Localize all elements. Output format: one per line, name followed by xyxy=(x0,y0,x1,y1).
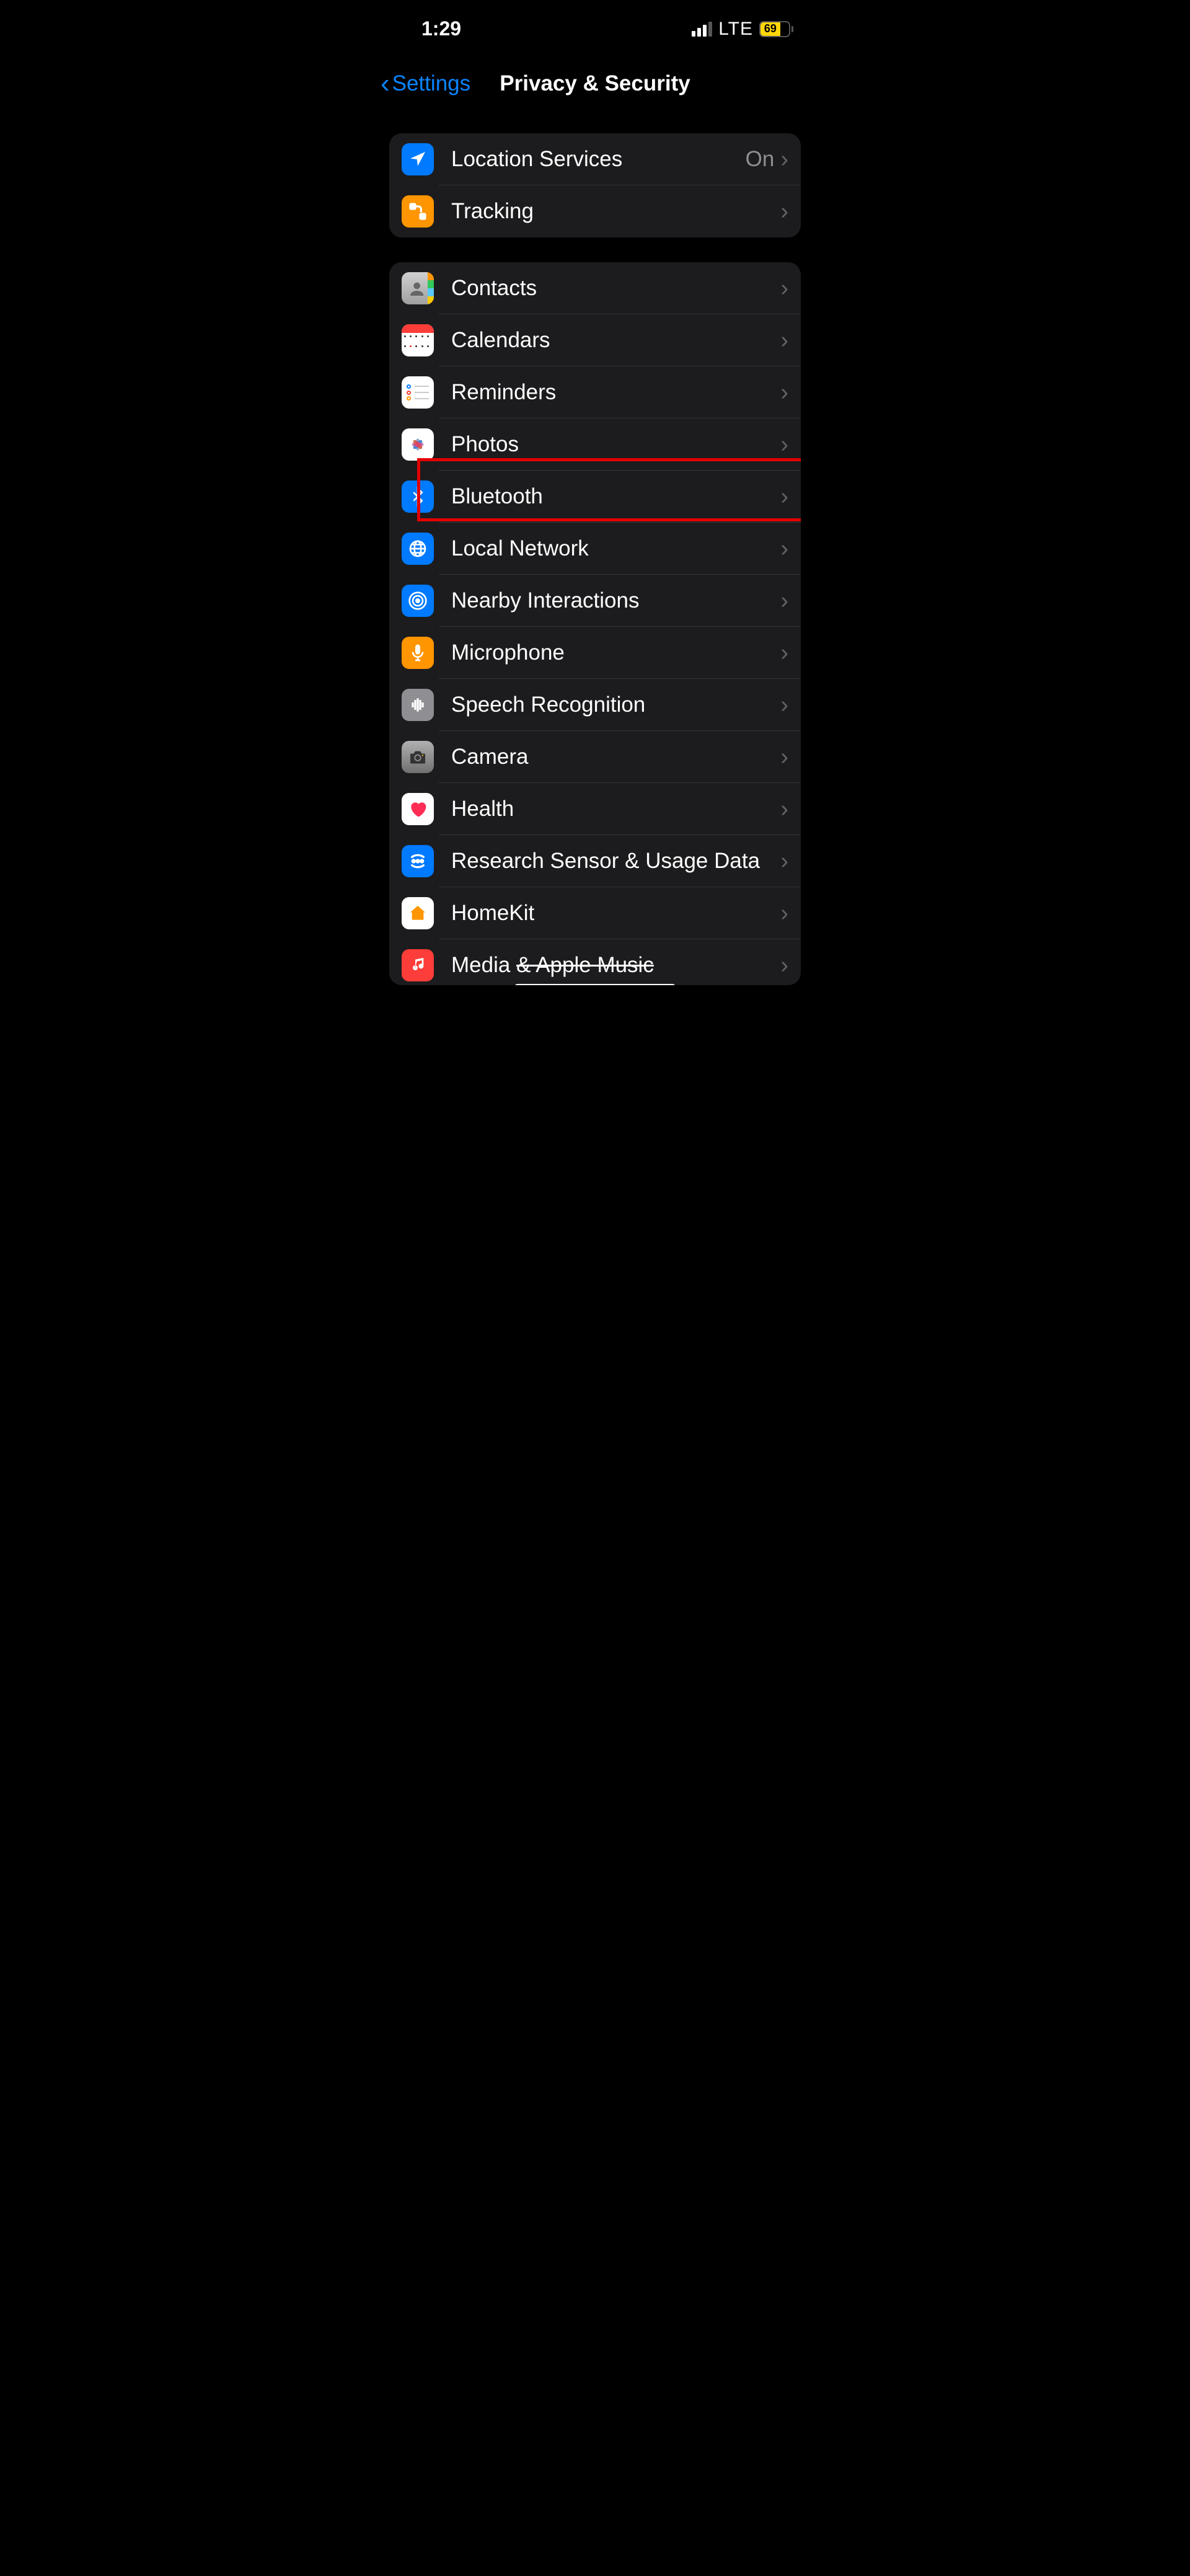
row-value: On xyxy=(746,147,775,172)
row-label: Camera xyxy=(451,745,780,769)
back-button[interactable]: ‹ Settings xyxy=(381,68,470,99)
chevron-right-icon: › xyxy=(780,848,788,875)
heart-icon xyxy=(402,793,434,825)
row-label: Health xyxy=(451,797,780,821)
row-media[interactable]: Media & Apple Music › xyxy=(389,939,801,985)
chevron-right-icon: › xyxy=(780,900,788,927)
microphone-icon xyxy=(402,637,434,669)
row-bluetooth[interactable]: Bluetooth › xyxy=(389,471,801,523)
reminders-icon xyxy=(402,376,434,409)
settings-group-1: Location Services On › Tracking › xyxy=(389,133,801,237)
row-label: Calendars xyxy=(451,328,780,353)
chevron-right-icon: › xyxy=(780,275,788,302)
row-label: Location Services xyxy=(451,147,746,172)
chevron-right-icon: › xyxy=(780,379,788,406)
row-camera[interactable]: Camera › xyxy=(389,731,801,783)
chevron-right-icon: › xyxy=(780,744,788,771)
row-label: Reminders xyxy=(451,380,780,405)
home-indicator[interactable] xyxy=(514,984,676,985)
location-arrow-icon xyxy=(402,143,434,175)
network-label: LTE xyxy=(718,19,753,40)
row-tracking[interactable]: Tracking › xyxy=(389,185,801,237)
chevron-right-icon: › xyxy=(780,432,788,458)
row-label: Microphone xyxy=(451,640,780,665)
back-label: Settings xyxy=(392,71,470,96)
row-location-services[interactable]: Location Services On › xyxy=(389,133,801,185)
row-homekit[interactable]: HomeKit › xyxy=(389,887,801,939)
row-research-sensor[interactable]: Research Sensor & Usage Data › xyxy=(389,835,801,887)
nav-header: ‹ Settings Privacy & Security xyxy=(372,46,818,115)
row-label: Speech Recognition xyxy=(451,693,780,717)
contacts-icon xyxy=(402,272,434,304)
signal-icon xyxy=(692,22,712,37)
row-label: Photos xyxy=(451,432,780,457)
photos-icon xyxy=(402,428,434,461)
music-icon xyxy=(402,949,434,981)
row-photos[interactable]: Photos › xyxy=(389,418,801,471)
row-nearby-interactions[interactable]: Nearby Interactions › xyxy=(389,575,801,627)
row-contacts[interactable]: Contacts › xyxy=(389,262,801,314)
research-icon xyxy=(402,845,434,877)
settings-group-2: Contacts › Calendars › xyxy=(389,262,801,985)
tracking-icon xyxy=(402,195,434,228)
chevron-right-icon: › xyxy=(780,640,788,666)
battery-icon: 69 xyxy=(759,21,793,37)
row-microphone[interactable]: Microphone › xyxy=(389,627,801,679)
chevron-right-icon: › xyxy=(780,692,788,719)
camera-icon xyxy=(402,741,434,773)
chevron-right-icon: › xyxy=(780,536,788,562)
row-health[interactable]: Health › xyxy=(389,783,801,835)
bluetooth-icon xyxy=(402,480,434,513)
chevron-right-icon: › xyxy=(780,198,788,225)
chevron-right-icon: › xyxy=(780,484,788,510)
nearby-icon xyxy=(402,585,434,617)
row-label: HomeKit xyxy=(451,901,780,926)
waveform-icon xyxy=(402,689,434,721)
globe-icon xyxy=(402,533,434,565)
row-label: Bluetooth xyxy=(451,484,780,509)
chevron-left-icon: ‹ xyxy=(381,68,390,99)
row-label: Media & Apple Music xyxy=(451,953,780,978)
row-label: Contacts xyxy=(451,276,780,301)
chevron-right-icon: › xyxy=(780,588,788,614)
row-local-network[interactable]: Local Network › xyxy=(389,523,801,575)
chevron-right-icon: › xyxy=(780,952,788,979)
home-icon xyxy=(402,897,434,929)
row-reminders[interactable]: Reminders › xyxy=(389,366,801,418)
row-calendars[interactable]: Calendars › xyxy=(389,314,801,366)
row-label: Tracking xyxy=(451,199,780,224)
row-label: Research Sensor & Usage Data xyxy=(451,849,780,874)
row-speech-recognition[interactable]: Speech Recognition › xyxy=(389,679,801,731)
chevron-right-icon: › xyxy=(780,327,788,354)
status-time: 1:29 xyxy=(421,17,461,40)
calendar-icon xyxy=(402,324,434,356)
chevron-right-icon: › xyxy=(780,796,788,823)
row-label: Local Network xyxy=(451,536,780,561)
chevron-right-icon: › xyxy=(780,146,788,173)
row-label: Nearby Interactions xyxy=(451,588,780,613)
status-bar: 1:29 LTE 69 xyxy=(372,0,818,46)
